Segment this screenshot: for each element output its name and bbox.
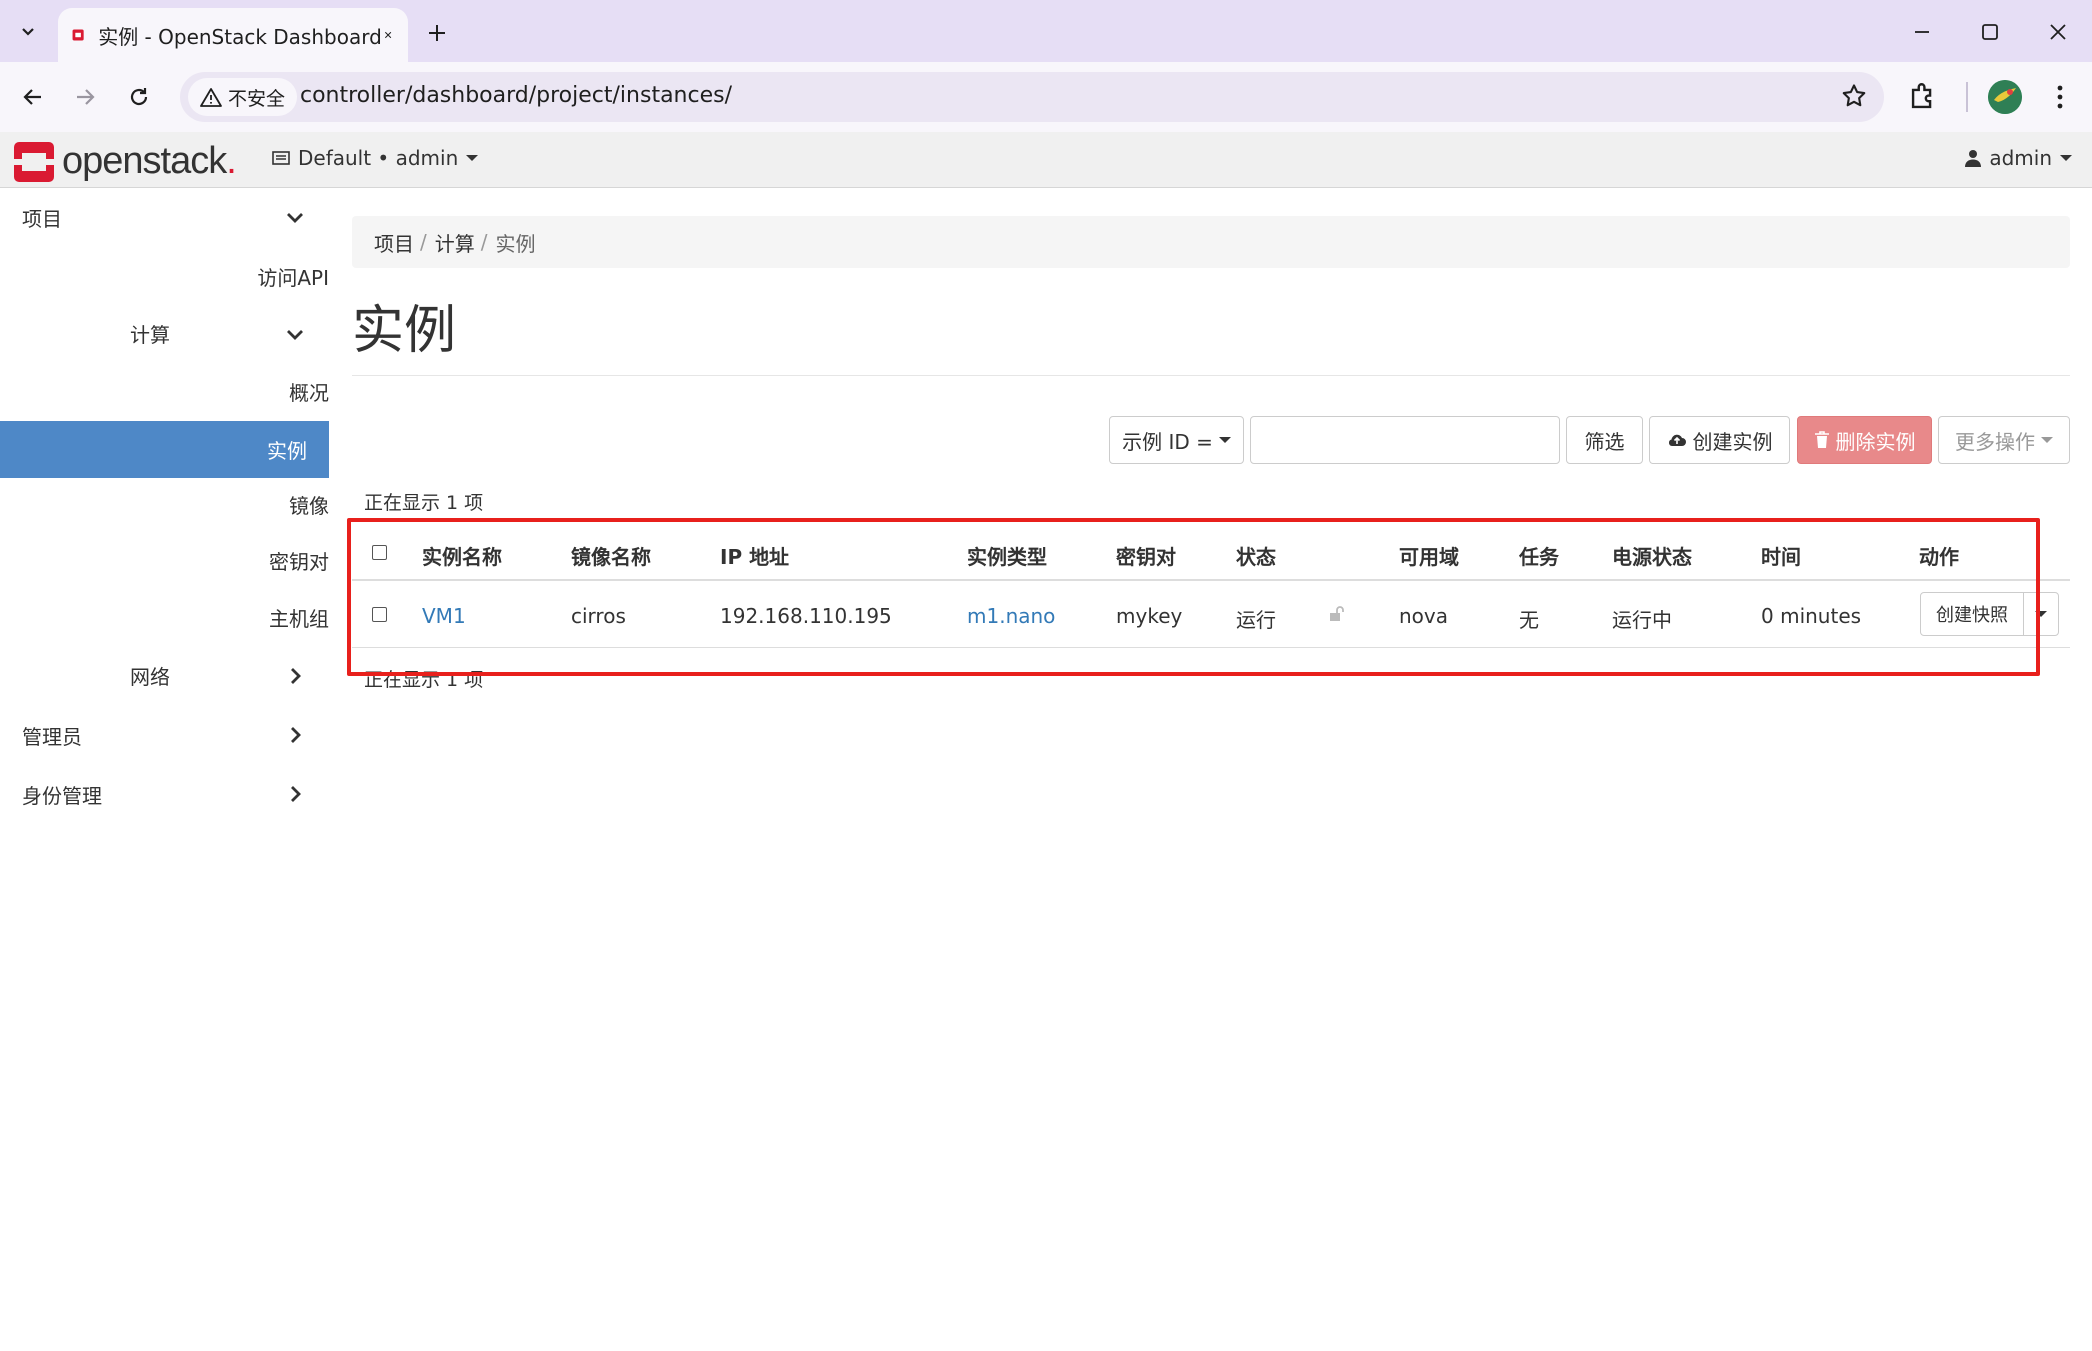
- sidebar-item-compute[interactable]: 计算: [130, 313, 170, 353]
- tab-search-button[interactable]: [10, 14, 46, 50]
- tab-title: 实例 - OpenStack Dashboard: [98, 24, 382, 49]
- filter-field-select[interactable]: 示例 ID =: [1109, 416, 1244, 464]
- security-chip[interactable]: 不安全: [188, 78, 298, 116]
- breadcrumb-separator: /: [480, 230, 488, 254]
- delete-instances-button[interactable]: 删除实例: [1797, 416, 1932, 464]
- sidebar-item-label: 计算: [130, 322, 170, 347]
- close-icon: [2050, 24, 2066, 40]
- sidebar-item-project[interactable]: 项目: [22, 197, 62, 237]
- url-text: controller/dashboard/project/instances/: [300, 83, 732, 108]
- new-tab-button[interactable]: [420, 16, 454, 50]
- profile-avatar[interactable]: [1988, 80, 2022, 114]
- sidebar-item-images[interactable]: 镜像: [0, 484, 329, 524]
- toolbar-divider: [1966, 82, 1968, 112]
- sidebar-item-server-groups[interactable]: 主机组: [0, 597, 329, 637]
- openstack-logo[interactable]: openstack.: [14, 140, 237, 183]
- create-button-label: 创建实例: [1692, 429, 1773, 454]
- openstack-favicon-icon: [72, 29, 84, 41]
- sidebar-item-label: 身份管理: [22, 783, 102, 808]
- breadcrumb-item[interactable]: 计算: [435, 228, 475, 257]
- more-actions-dropdown[interactable]: 更多操作: [1938, 416, 2070, 464]
- trash-icon: [1814, 431, 1829, 448]
- forward-button[interactable]: [66, 78, 104, 116]
- project-context-dropdown[interactable]: Default • admin: [272, 146, 479, 170]
- sidebar-item-network[interactable]: 网络: [130, 655, 170, 695]
- avatar-icon: [1988, 80, 2022, 114]
- filter-button-label: 筛选: [1584, 429, 1625, 454]
- browser-tab[interactable]: 实例 - OpenStack Dashboard: [58, 8, 408, 62]
- close-tab-icon[interactable]: [382, 24, 394, 46]
- create-instance-button[interactable]: 创建实例: [1649, 416, 1790, 464]
- chevron-down-icon: [22, 28, 34, 36]
- plus-icon: [429, 25, 445, 41]
- sidebar-item-label: 实例: [267, 439, 307, 463]
- warning-icon: [200, 88, 222, 107]
- sidebar-item-label: 密钥对: [269, 549, 329, 574]
- sidebar-item-identity[interactable]: 身份管理: [22, 774, 102, 814]
- sidebar-item-label: 网络: [130, 664, 170, 689]
- sidebar-item-label: 访问API: [257, 265, 329, 290]
- user-icon: [1965, 150, 1982, 167]
- sidebar-item-label: 主机组: [269, 606, 329, 631]
- chevron-right-icon[interactable]: [284, 724, 306, 746]
- caret-down-icon: [2060, 155, 2072, 161]
- minimize-button[interactable]: [1902, 14, 1942, 50]
- logo-text: openstack.: [62, 140, 237, 182]
- openstack-header: openstack. Default • admin admin: [0, 132, 2092, 188]
- caret-down-icon: [1218, 437, 1231, 443]
- user-menu-dropdown[interactable]: admin: [1965, 146, 2072, 170]
- breadcrumb-current: 实例: [495, 231, 536, 256]
- annotation-highlight-box: [347, 518, 2040, 676]
- sidebar-item-api-access[interactable]: 访问API: [0, 256, 329, 296]
- security-label: 不安全: [228, 87, 286, 110]
- delete-button-label: 删除实例: [1835, 429, 1916, 454]
- caret-down-icon: [466, 155, 479, 161]
- breadcrumb-separator: /: [420, 230, 427, 254]
- openstack-logo-icon: [14, 141, 54, 182]
- back-button[interactable]: [14, 78, 52, 116]
- reload-button[interactable]: [120, 78, 158, 116]
- maximize-button[interactable]: [1970, 14, 2010, 50]
- chevron-down-icon[interactable]: [284, 206, 306, 228]
- filter-field-label: 示例 ID =: [1122, 429, 1213, 454]
- reload-icon: [130, 88, 148, 106]
- bookmark-star-icon[interactable]: [1840, 82, 1868, 110]
- close-window-button[interactable]: [2038, 14, 2078, 50]
- title-divider: [352, 375, 2070, 376]
- maximize-icon: [1982, 24, 1998, 40]
- sidebar-item-overview[interactable]: 概况: [0, 371, 329, 411]
- filter-button[interactable]: 筛选: [1566, 416, 1643, 464]
- extensions-puzzle-icon[interactable]: [1906, 80, 1940, 114]
- browser-menu-icon[interactable]: [2050, 80, 2070, 114]
- arrow-left-icon: [23, 89, 41, 105]
- sidebar-item-admin[interactable]: 管理员: [22, 715, 82, 755]
- address-bar[interactable]: 不安全 controller/dashboard/project/instanc…: [180, 72, 1884, 122]
- project-list-icon: [272, 151, 290, 165]
- filter-input[interactable]: [1250, 416, 1560, 464]
- caret-down-icon: [2041, 437, 2053, 443]
- sidebar-item-label: 概况: [289, 380, 329, 405]
- chevron-right-icon[interactable]: [284, 665, 306, 687]
- minimize-icon: [1915, 31, 1929, 33]
- sidebar-item-instances[interactable]: 实例: [0, 421, 329, 478]
- breadcrumb: 项目 / 计算 / 实例: [352, 216, 2070, 268]
- breadcrumb-item[interactable]: 项目: [374, 228, 414, 257]
- more-actions-label: 更多操作: [1955, 429, 2035, 454]
- user-label: admin: [1989, 146, 2052, 170]
- sidebar-item-label: 管理员: [22, 724, 82, 749]
- sidebar-item-label: 项目: [22, 206, 62, 231]
- arrow-right-icon: [77, 89, 95, 105]
- chevron-right-icon[interactable]: [284, 783, 306, 805]
- chevron-down-icon[interactable]: [284, 323, 306, 345]
- browser-tab-strip: 实例 - OpenStack Dashboard: [0, 0, 2092, 62]
- sidebar-item-keypairs[interactable]: 密钥对: [0, 540, 329, 580]
- context-label: Default • admin: [298, 146, 459, 170]
- sidebar-item-label: 镜像: [289, 493, 329, 518]
- page-title: 实例: [352, 301, 457, 361]
- item-count-top: 正在显示 1 项: [364, 492, 484, 514]
- cloud-upload-icon: [1668, 434, 1686, 446]
